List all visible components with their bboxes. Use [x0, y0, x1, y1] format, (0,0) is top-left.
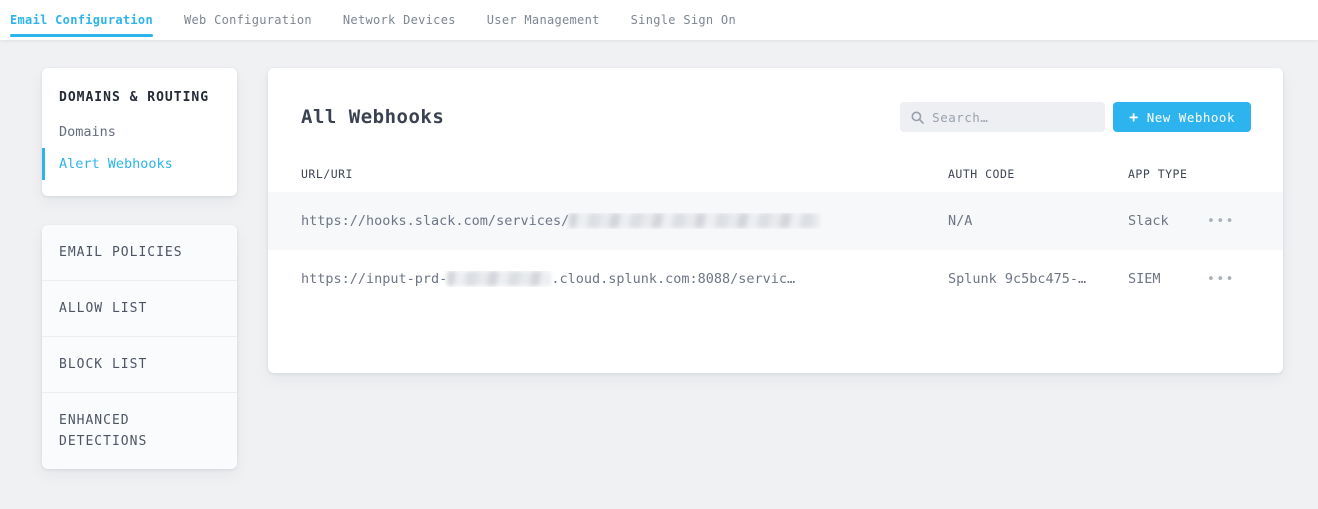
redacted-url-segment — [569, 213, 819, 228]
sidebar-item-enhanced-detections[interactable]: ENHANCED DETECTIONS — [42, 393, 237, 469]
column-header-auth-code: AUTH CODE — [948, 167, 1128, 181]
column-header-url: URL/URI — [268, 167, 948, 181]
sidebar-sections-card: EMAIL POLICIES ALLOW LIST BLOCK LIST ENH… — [42, 225, 237, 469]
domains-routing-card: DOMAINS & ROUTING Domains Alert Webhooks — [42, 68, 237, 196]
plus-icon: + — [1129, 110, 1139, 125]
webhook-url-cell: https://hooks.slack.com/services/ — [268, 213, 948, 229]
table-header-row: URL/URI AUTH CODE APP TYPE — [268, 156, 1283, 192]
redacted-url-segment — [447, 271, 551, 286]
webhooks-table: URL/URI AUTH CODE APP TYPE https://hooks… — [268, 156, 1283, 308]
auth-code-cell: Splunk 9c5bc475-… — [948, 271, 1128, 287]
tab-user-management[interactable]: User Management — [487, 0, 600, 40]
panel-header: All Webhooks + New Webhook — [268, 68, 1283, 132]
sidebar-item-alert-webhooks[interactable]: Alert Webhooks — [42, 148, 237, 180]
sidebar: DOMAINS & ROUTING Domains Alert Webhooks… — [42, 68, 237, 469]
sidebar-item-domains[interactable]: Domains — [42, 116, 237, 148]
tab-email-configuration[interactable]: Email Configuration — [10, 0, 153, 40]
new-webhook-button[interactable]: + New Webhook — [1113, 102, 1251, 132]
domains-routing-heading: DOMAINS & ROUTING — [42, 89, 237, 107]
webhook-url-suffix: .cloud.splunk.com:8088/servic… — [551, 271, 795, 287]
auth-code-cell: N/A — [948, 213, 1128, 229]
search-icon — [911, 111, 924, 124]
sidebar-item-allow-list[interactable]: ALLOW LIST — [42, 281, 237, 337]
all-webhooks-panel: All Webhooks + New Webhook URL/URI AUTH … — [268, 68, 1283, 373]
tab-web-configuration[interactable]: Web Configuration — [184, 0, 312, 40]
table-row: https://input-prd- .cloud.splunk.com:8088… — [268, 250, 1283, 308]
webhook-url-cell: https://input-prd- .cloud.splunk.com:8088… — [268, 271, 948, 287]
app-type-cell: Slack — [1128, 213, 1207, 229]
webhook-url-prefix: https://hooks.slack.com/services/ — [301, 213, 569, 229]
tab-network-devices[interactable]: Network Devices — [343, 0, 456, 40]
search-input[interactable] — [932, 110, 1094, 125]
sidebar-item-block-list[interactable]: BLOCK LIST — [42, 337, 237, 393]
column-header-app-type: APP TYPE — [1128, 167, 1207, 181]
sidebar-item-email-policies[interactable]: EMAIL POLICIES — [42, 225, 237, 281]
table-row: https://hooks.slack.com/services/ N/A Sl… — [268, 192, 1283, 250]
tab-single-sign-on[interactable]: Single Sign On — [631, 0, 736, 40]
webhook-url-prefix: https://input-prd- — [301, 271, 447, 287]
search-box — [900, 102, 1105, 132]
row-menu-icon[interactable]: ••• — [1207, 215, 1283, 228]
top-navigation: Email Configuration Web Configuration Ne… — [0, 0, 1318, 40]
new-webhook-button-label: New Webhook — [1147, 110, 1235, 125]
page-title: All Webhooks — [301, 106, 900, 128]
row-menu-icon[interactable]: ••• — [1207, 273, 1283, 286]
page-content: DOMAINS & ROUTING Domains Alert Webhooks… — [0, 40, 1318, 509]
app-type-cell: SIEM — [1128, 271, 1207, 287]
